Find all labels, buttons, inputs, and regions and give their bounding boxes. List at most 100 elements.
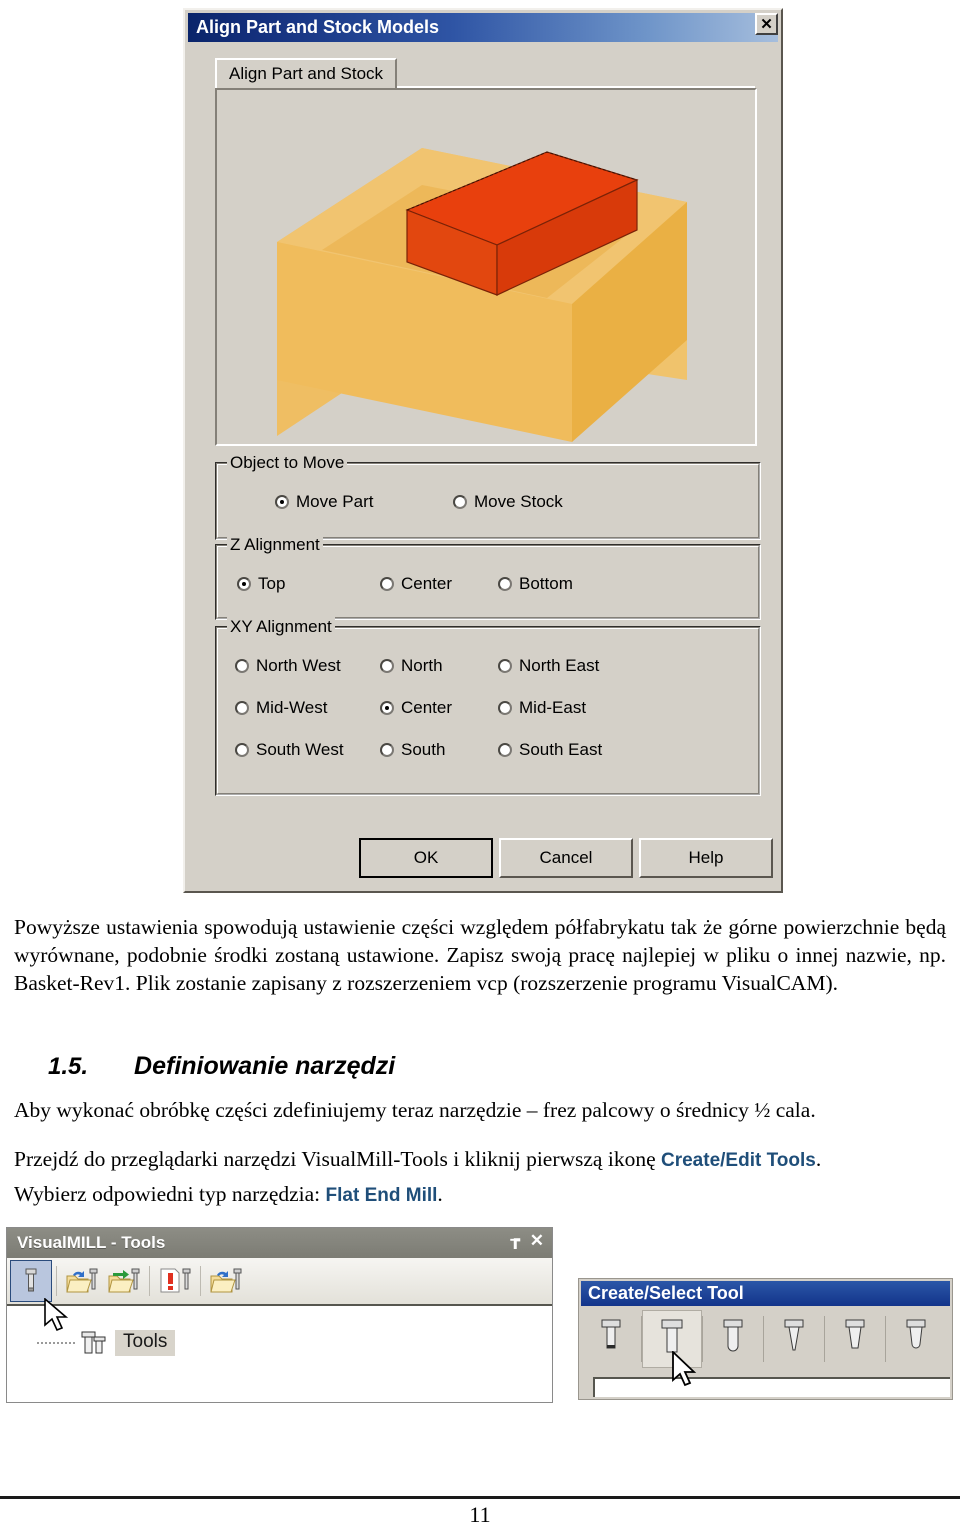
para3-text-b: . xyxy=(815,1147,822,1171)
close-icon[interactable]: ✕ xyxy=(530,1231,544,1251)
create-edit-tools-icon[interactable] xyxy=(10,1260,52,1302)
model-viewport[interactable] xyxy=(215,88,757,446)
radio-button-center[interactable] xyxy=(380,701,394,715)
group-object-to-move: Object to Move Move Part Move Stock xyxy=(215,453,761,540)
panel-content-area xyxy=(593,1377,950,1397)
footer-divider xyxy=(0,1496,960,1499)
visualmill-tools-title: VisualMILL - Tools xyxy=(17,1233,166,1252)
open-tool-library-icon[interactable] xyxy=(61,1260,103,1302)
radio-z-top[interactable]: Top xyxy=(237,574,285,594)
ball-end-mill-icon[interactable] xyxy=(703,1310,763,1368)
radio-button-z-bottom[interactable] xyxy=(498,577,512,591)
radio-label-mid-east: Mid-East xyxy=(519,698,587,717)
group-label-z-alignment: Z Alignment xyxy=(227,535,323,555)
radio-button-north-west[interactable] xyxy=(235,659,249,673)
visualmill-tools-titlebar[interactable]: VisualMILL - Tools ┲ ✕ xyxy=(7,1228,552,1258)
group-z-alignment: Z Alignment Top Center Bottom xyxy=(215,535,761,620)
visualmill-tools-panel: VisualMILL - Tools ┲ ✕ Tools xyxy=(6,1227,553,1403)
tree-connector xyxy=(37,1342,77,1344)
align-part-and-stock-models-dialog: Align Part and Stock Models ✕ Align Part… xyxy=(183,8,783,893)
radio-label-move-stock: Move Stock xyxy=(474,492,563,511)
radio-z-center[interactable]: Center xyxy=(380,574,452,594)
section-heading-text: Definiowanie narzędzi xyxy=(134,1052,396,1080)
paragraph-tool-definition: Aby wykonać obróbkę części zdefiniujemy … xyxy=(14,1098,816,1122)
radio-center[interactable]: Center xyxy=(380,698,452,718)
radio-label-south-east: South East xyxy=(519,740,603,759)
radio-button-z-center[interactable] xyxy=(380,577,394,591)
section-heading-number: 1.5. xyxy=(48,1053,89,1080)
radio-label-mid-west: Mid-West xyxy=(256,698,328,717)
radio-label-z-top: Top xyxy=(258,574,286,593)
tree-item-tools[interactable]: Tools xyxy=(37,1328,176,1358)
radio-label-move-part: Move Part xyxy=(296,492,374,511)
cancel-button[interactable]: Cancel xyxy=(499,838,633,878)
radio-south-west[interactable]: South West xyxy=(235,740,344,760)
para3-text-a: Przejdź do przeglądarki narzędzi VisualM… xyxy=(14,1147,661,1171)
radio-button-z-top[interactable] xyxy=(237,577,251,591)
paragraph-browser-instruction: Przejdź do przeglądarki narzędzi VisualM… xyxy=(14,1145,946,1175)
radio-south[interactable]: South xyxy=(380,740,445,760)
tab-align-part-and-stock[interactable]: Align Part and Stock xyxy=(215,58,398,90)
paragraph-settings-description: Powyższe ustawienia spowodują ustawienie… xyxy=(14,915,946,995)
radio-button-mid-east[interactable] xyxy=(498,701,512,715)
radio-label-north: North xyxy=(401,656,443,675)
radio-button-mid-west[interactable] xyxy=(235,701,249,715)
section-heading: 1.5. Definiowanie narzędzi xyxy=(48,1052,395,1081)
page-number: 11 xyxy=(469,1502,491,1527)
radio-move-stock[interactable]: Move Stock xyxy=(453,492,563,512)
radio-button-move-part[interactable] xyxy=(275,495,289,509)
create-edit-tools-link: Create/Edit Tools xyxy=(661,1150,816,1171)
radio-label-center: Center xyxy=(401,698,453,717)
radio-label-north-east: North East xyxy=(519,656,600,675)
corner-radius-mill-icon[interactable] xyxy=(886,1310,946,1368)
ok-button[interactable]: OK xyxy=(359,838,493,878)
tool-info-icon[interactable] xyxy=(154,1260,196,1302)
create-select-tool-title: Create/Select Tool xyxy=(588,1283,744,1303)
radio-button-move-stock[interactable] xyxy=(453,495,467,509)
create-select-tool-toolbar xyxy=(581,1308,950,1370)
radio-north[interactable]: North xyxy=(380,656,443,676)
toolbar-separator xyxy=(56,1266,57,1296)
group-label-xy-alignment: XY Alignment xyxy=(227,617,335,637)
stock-and-part-3d-model xyxy=(277,148,687,442)
load-tools-icon[interactable] xyxy=(205,1260,247,1302)
toolbar-separator xyxy=(200,1266,201,1296)
radio-z-bottom[interactable]: Bottom xyxy=(498,574,573,594)
group-xy-alignment: XY Alignment North West North North East… xyxy=(215,617,761,796)
flat-end-mill-label: Flat End Mill xyxy=(325,1185,438,1206)
radio-label-south: South xyxy=(401,740,446,759)
radio-label-north-west: North West xyxy=(256,656,341,675)
radio-label-z-center: Center xyxy=(401,574,453,593)
pin-icon[interactable]: ┲ xyxy=(511,1231,520,1251)
para4-text-a: Wybierz odpowiedni typ narzędzia: xyxy=(14,1182,326,1206)
radio-north-west[interactable]: North West xyxy=(235,656,341,676)
tools-tree: Tools xyxy=(7,1304,552,1402)
tools-node-icon xyxy=(81,1331,106,1354)
flat-end-mill-small-icon[interactable] xyxy=(581,1310,641,1368)
radio-button-south[interactable] xyxy=(380,743,394,757)
radio-mid-west[interactable]: Mid-West xyxy=(235,698,327,718)
radio-north-east[interactable]: North East xyxy=(498,656,599,676)
radio-mid-east[interactable]: Mid-East xyxy=(498,698,586,718)
radio-button-north-east[interactable] xyxy=(498,659,512,673)
paragraph-tool-type: Wybierz odpowiedni typ narzędzia: Flat E… xyxy=(14,1180,946,1210)
radio-button-south-east[interactable] xyxy=(498,743,512,757)
radio-south-east[interactable]: South East xyxy=(498,740,602,760)
import-tools-icon[interactable] xyxy=(103,1260,145,1302)
chamfer-mill-icon[interactable] xyxy=(825,1310,885,1368)
radio-label-south-west: South West xyxy=(256,740,344,759)
taper-end-mill-icon[interactable] xyxy=(764,1310,824,1368)
create-select-tool-panel: Create/Select Tool xyxy=(578,1278,953,1400)
help-button[interactable]: Help xyxy=(639,838,773,878)
radio-button-north[interactable] xyxy=(380,659,394,673)
tabstrip: Align Part and Stock xyxy=(215,58,755,90)
radio-move-part[interactable]: Move Part xyxy=(275,492,373,512)
close-icon[interactable]: ✕ xyxy=(755,13,778,35)
flat-end-mill-icon[interactable] xyxy=(642,1310,702,1368)
create-select-tool-titlebar: Create/Select Tool xyxy=(581,1281,950,1306)
dialog-titlebar[interactable]: Align Part and Stock Models xyxy=(188,13,778,42)
radio-button-south-west[interactable] xyxy=(235,743,249,757)
toolbar-separator xyxy=(149,1266,150,1296)
group-label-object-to-move: Object to Move xyxy=(227,453,348,473)
dialog-title: Align Part and Stock Models xyxy=(196,17,440,37)
